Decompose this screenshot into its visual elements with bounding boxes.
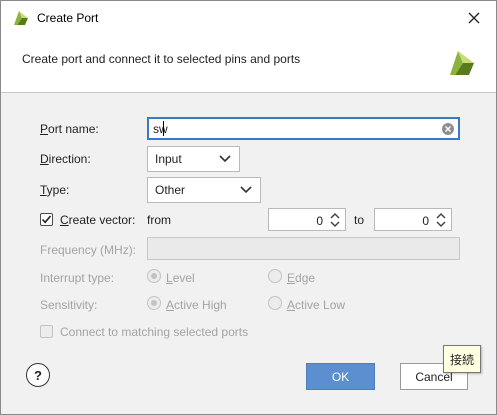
frequency-label: Frequency (MHz): [40,243,137,257]
interrupt-edge-label: Edge [287,271,316,285]
spinner-arrows-icon[interactable] [435,211,447,229]
port-name-label: Port name: [40,122,99,136]
window-title: Create Port [37,11,99,25]
help-icon: ? [34,367,42,383]
clear-icon[interactable] [442,123,454,135]
from-spinner[interactable]: 0 [268,208,346,231]
close-button[interactable] [456,3,492,33]
sensitivity-low-label: Active Low [287,298,346,312]
dialog-header: Create port and connect it to selected p… [1,35,496,93]
port-name-input[interactable]: sw [147,117,460,140]
sensitivity-high-label: Active High [166,298,227,312]
sensitivity-low-radio[interactable] [268,296,282,310]
interrupt-level-label: Level [166,271,195,285]
to-label: to [354,213,365,227]
help-button[interactable]: ? [26,363,50,387]
interrupt-level-radio[interactable] [147,269,161,283]
dialog-description: Create port and connect it to selected p… [22,52,301,66]
interrupt-type-label: Interrupt type: [40,271,115,285]
text-cursor [163,121,164,136]
create-vector-label: Create vector: [60,213,136,227]
from-label: from [147,213,171,227]
spinner-arrows-icon[interactable] [329,211,341,229]
to-value: 0 [422,214,429,228]
type-select[interactable]: Other [147,177,261,203]
tooltip: 接続 [443,345,481,373]
sensitivity-label: Sensitivity: [40,298,98,312]
sensitivity-high-radio[interactable] [147,296,161,310]
close-icon [468,12,480,24]
title-bar: Create Port [1,1,496,35]
direction-select[interactable]: Input [147,146,240,172]
vivado-logo-icon [450,51,474,75]
checkmark-icon [41,215,52,224]
vivado-logo-icon [14,11,28,25]
create-vector-checkbox[interactable] [40,213,53,226]
interrupt-edge-radio[interactable] [268,269,282,283]
chevron-down-icon [240,186,252,194]
direction-label: Direction: [40,152,91,166]
connect-matching-label: Connect to matching selected ports [60,325,249,339]
type-label: Type: [40,183,70,197]
ok-button[interactable]: OK [306,363,375,390]
type-value: Other [155,183,186,197]
port-name-value: sw [153,122,168,136]
connect-matching-checkbox[interactable] [40,325,53,338]
direction-value: Input [155,152,182,166]
to-spinner[interactable]: 0 [374,208,452,231]
frequency-input[interactable] [147,237,460,260]
chevron-down-icon [219,155,231,163]
from-value: 0 [316,214,323,228]
create-port-dialog: Create Port Create port and connect it t… [0,0,497,415]
